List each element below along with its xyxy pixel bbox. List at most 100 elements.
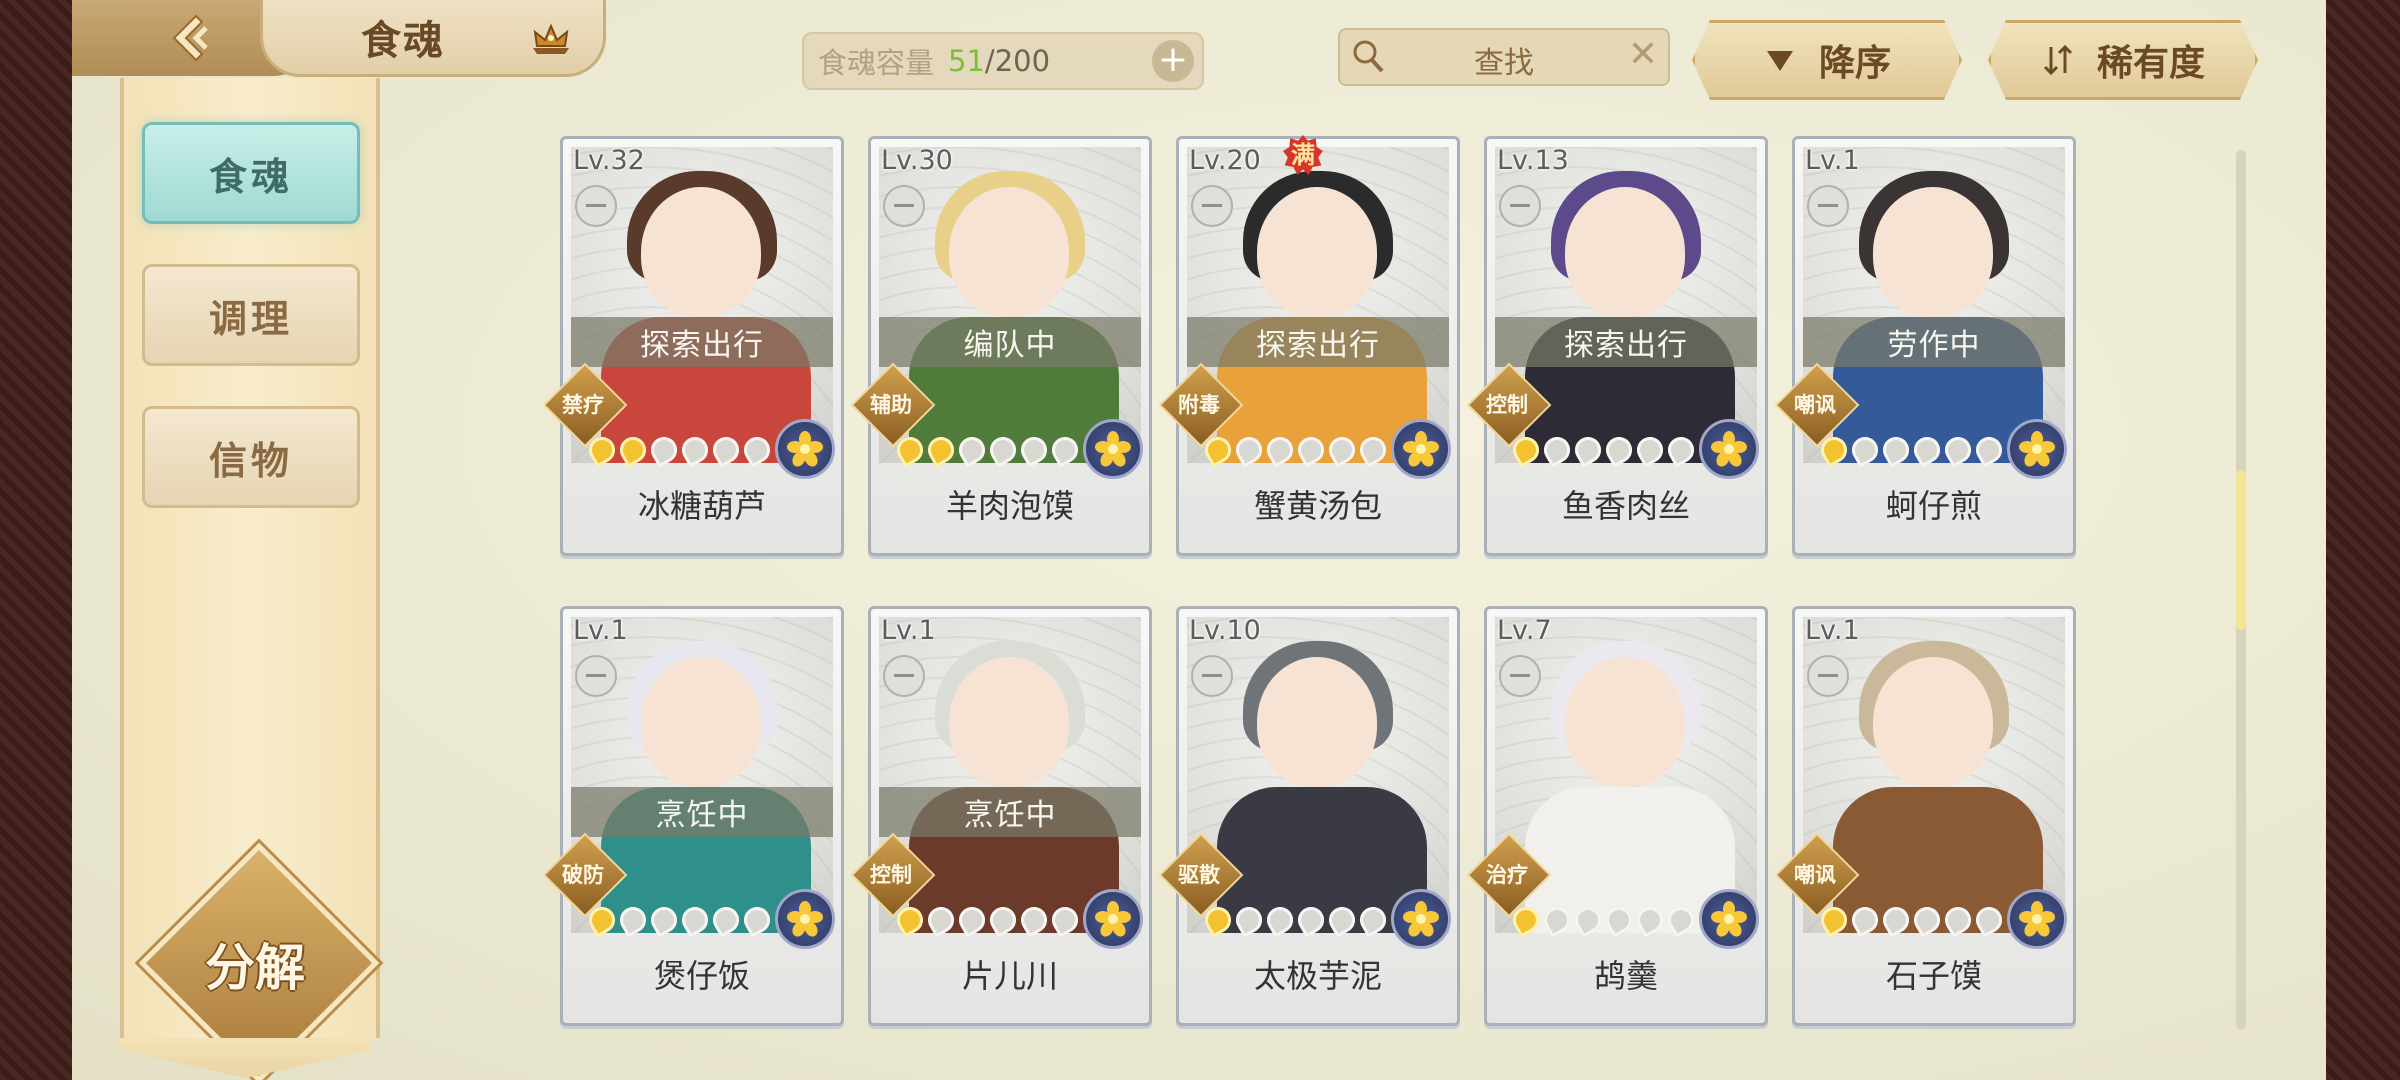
role-label: 驱散 xyxy=(1178,863,1220,887)
food-soul-card[interactable]: Lv.1 嘲讽 石子馍 xyxy=(1774,606,2076,1026)
star-icon xyxy=(1847,432,1883,468)
star-icon xyxy=(1816,432,1852,468)
flower-element-icon xyxy=(1699,419,1759,479)
character-face xyxy=(1565,657,1685,787)
card-level: Lv.13 xyxy=(1497,145,1569,176)
card-name: 太极芋泥 xyxy=(1253,957,1382,995)
role-label: 辅助 xyxy=(870,393,912,417)
card-name: 煲仔饭 xyxy=(653,957,750,995)
search-box[interactable]: 查找 ✕ xyxy=(1338,28,1670,86)
role-label: 嘲讽 xyxy=(1794,863,1836,887)
sort-arrows-icon xyxy=(2041,43,2075,77)
food-soul-card[interactable]: Lv.1 烹饪中 破防 煲仔饭 xyxy=(542,606,844,1026)
triangle-down-icon xyxy=(1763,43,1797,77)
star-icon xyxy=(1539,432,1575,468)
star-icon xyxy=(1539,902,1575,938)
star-icon xyxy=(615,432,651,468)
flower-element-icon xyxy=(2007,419,2067,479)
star-icon xyxy=(1816,902,1852,938)
main-stage: 食魂 食魂容量 51/200 + 查找 ✕ 降序 稀有度 食魂 调理 信物 分解… xyxy=(72,0,2326,1080)
star-icon xyxy=(1940,902,1976,938)
rank-icon xyxy=(575,655,617,697)
sort-order-button[interactable]: 降序 xyxy=(1692,20,1962,100)
card-name: 鱼香肉丝 xyxy=(1561,487,1690,525)
card-status: 烹饪中 xyxy=(879,787,1141,837)
card-name: 蚵仔煎 xyxy=(1885,487,1982,525)
star-icon xyxy=(1262,432,1298,468)
crown-icon[interactable] xyxy=(529,18,573,58)
star-icon xyxy=(615,902,651,938)
food-soul-card[interactable]: Lv.13 探索出行 控制 鱼香肉丝 xyxy=(1466,136,1768,556)
star-icon xyxy=(708,432,744,468)
sidebar-item-token[interactable]: 信物 xyxy=(142,406,360,508)
food-soul-card[interactable]: Lv.32 探索出行 禁疗 冰糖葫芦 xyxy=(542,136,844,556)
close-icon[interactable]: ✕ xyxy=(1628,34,1658,75)
star-icon xyxy=(1940,432,1976,468)
decompose-label: 分解 xyxy=(205,938,305,997)
flower-icon xyxy=(2019,431,2055,467)
flower-element-icon xyxy=(1391,419,1451,479)
card-status: 编队中 xyxy=(879,317,1141,367)
star-icon xyxy=(923,432,959,468)
star-icon xyxy=(1570,902,1606,938)
sidebar-item-label: 调理 xyxy=(208,295,293,341)
character-face xyxy=(1257,657,1377,787)
star-icon xyxy=(1016,902,1052,938)
card-level: Lv.1 xyxy=(1805,145,1860,176)
star-icon xyxy=(892,902,928,938)
role-label: 控制 xyxy=(1486,393,1528,417)
star-icon xyxy=(1909,902,1945,938)
role-label: 附毒 xyxy=(1178,393,1220,417)
star-icon xyxy=(1632,902,1668,938)
left-wood-border xyxy=(0,0,72,1080)
food-soul-card[interactable]: Lv.1 劳作中 嘲讽 蚵仔煎 xyxy=(1774,136,2076,556)
star-icon xyxy=(1047,902,1083,938)
sidebar-item-label: 信物 xyxy=(208,437,293,483)
sidebar-item-soul[interactable]: 食魂 xyxy=(142,122,360,224)
sidebar-item-conditioning[interactable]: 调理 xyxy=(142,264,360,366)
card-status: 探索出行 xyxy=(1187,317,1449,367)
flower-icon xyxy=(2019,901,2055,937)
food-soul-card[interactable]: Lv.7 治疗 鸪羹 xyxy=(1466,606,1768,1026)
star-icon xyxy=(954,902,990,938)
rank-icon xyxy=(575,185,617,227)
star-icon xyxy=(584,902,620,938)
rarity-filter-button[interactable]: 稀有度 xyxy=(1988,20,2258,100)
card-name: 鸪羹 xyxy=(1593,957,1658,995)
star-rating xyxy=(1200,902,1391,938)
star-rating xyxy=(1200,432,1391,468)
top-bar: 食魂 食魂容量 51/200 + 查找 ✕ 降序 稀有度 xyxy=(72,0,2326,100)
food-soul-card[interactable]: Lv.30 编队中 辅助 羊肉泡馍 xyxy=(850,136,1152,556)
star-icon xyxy=(1200,902,1236,938)
capacity-current: 51 xyxy=(948,44,985,78)
character-face xyxy=(1565,187,1685,317)
star-rating xyxy=(1816,902,2007,938)
card-name: 片儿川 xyxy=(961,957,1058,995)
star-icon xyxy=(1293,902,1329,938)
add-capacity-button[interactable]: + xyxy=(1152,40,1194,82)
search-placeholder: 查找 xyxy=(1474,46,1534,81)
role-label: 破防 xyxy=(562,863,604,887)
title-tab: 食魂 xyxy=(260,0,606,77)
rank-icon xyxy=(1807,185,1849,227)
role-label: 嘲讽 xyxy=(1794,393,1836,417)
food-soul-card[interactable]: Lv.20 满 探索出行 附毒 蟹黄汤包 xyxy=(1158,135,1460,556)
rank-icon xyxy=(1499,655,1541,697)
star-icon xyxy=(1971,432,2007,468)
food-soul-card[interactable]: Lv.10 驱散 太极芋泥 xyxy=(1158,606,1460,1026)
character-face xyxy=(949,187,1069,317)
card-name: 羊肉泡馍 xyxy=(945,487,1074,525)
flower-icon xyxy=(1711,901,1747,937)
food-soul-card[interactable]: Lv.1 烹饪中 控制 片儿川 xyxy=(850,606,1152,1026)
star-icon xyxy=(677,432,713,468)
sidebar: 食魂 调理 信物 分解 xyxy=(120,78,380,1080)
flower-icon xyxy=(1711,431,1747,467)
flower-icon xyxy=(787,901,823,937)
scrollbar-thumb[interactable] xyxy=(2236,470,2246,630)
capacity-max: /200 xyxy=(984,44,1051,78)
star-rating xyxy=(584,432,775,468)
card-level: Lv.1 xyxy=(1805,615,1860,646)
star-icon xyxy=(1324,432,1360,468)
rank-icon xyxy=(1191,655,1233,697)
scrollbar[interactable] xyxy=(2236,150,2246,1030)
